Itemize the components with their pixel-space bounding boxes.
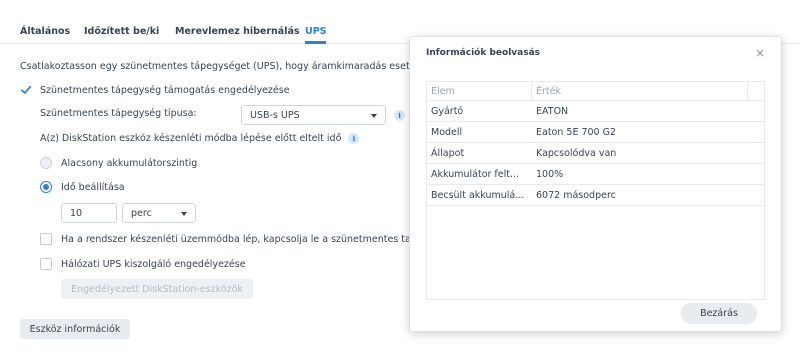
- row-item: Állapot: [431, 148, 465, 159]
- ups-type-select[interactable]: USB-s UPS: [241, 105, 386, 125]
- table-row[interactable]: Akkumulátor felt... 100%: [427, 164, 764, 185]
- shutdown-ups-label: Ha a rendszer készenléti üzemmódba lép, …: [61, 233, 411, 245]
- tab-general[interactable]: Általános: [20, 26, 70, 37]
- tab-hdd-hibernation[interactable]: Merevlemez hibernálás: [175, 26, 300, 37]
- column-header-item[interactable]: Elem: [431, 86, 455, 97]
- time-unit-value: perc: [131, 207, 152, 219]
- row-value: 100%: [536, 169, 564, 180]
- time-value: 10: [70, 207, 83, 219]
- info-grid: Elem Érték Gyártó EATON Modell Eaton 5E …: [426, 81, 765, 300]
- shutdown-ups-checkbox[interactable]: [40, 233, 52, 245]
- network-ups-label: Hálózati UPS kiszolgáló engedélyezése: [61, 258, 246, 270]
- standby-time-row: A(z) DiskStation eszköz készenléti módba…: [40, 133, 360, 144]
- ups-type-value: USB-s UPS: [250, 109, 300, 121]
- radio-low-battery-row[interactable]: Alacsony akkumulátorszintig: [40, 157, 197, 169]
- standby-time-label: A(z) DiskStation eszköz készenléti módba…: [40, 133, 342, 144]
- row-item: Gyártó: [431, 106, 464, 117]
- ups-support-label: Szünetmentes tápegység támogatás engedél…: [40, 84, 290, 96]
- device-info-button[interactable]: Eszköz információk: [20, 319, 130, 339]
- info-icon[interactable]: i: [394, 110, 405, 121]
- column-divider[interactable]: [531, 82, 532, 101]
- radio-time-setting[interactable]: [40, 181, 52, 193]
- radio-time-row[interactable]: Idő beállítása: [40, 181, 125, 193]
- row-item: Modell: [431, 127, 463, 138]
- network-ups-row[interactable]: Hálózati UPS kiszolgáló engedélyezése: [40, 258, 246, 270]
- radio-time-label: Idő beállítása: [61, 181, 125, 193]
- chevron-down-icon: [181, 212, 187, 216]
- active-tab-indicator: [305, 41, 326, 44]
- ups-type-label: Szünetmentes tápegység típusa:: [40, 108, 197, 119]
- row-value: Kapcsolódva van: [536, 148, 617, 159]
- radio-low-battery[interactable]: [40, 157, 52, 169]
- shutdown-ups-row[interactable]: Ha a rendszer készenléti üzemmódba lép, …: [40, 233, 411, 245]
- tab-ups[interactable]: UPS: [305, 26, 327, 37]
- intro-text: Csatlakoztasson egy szünetmentes tápegys…: [20, 61, 410, 72]
- table-row[interactable]: Modell Eaton 5E 700 G2: [427, 122, 764, 143]
- radio-low-battery-label: Alacsony akkumulátorszintig: [61, 157, 198, 169]
- time-value-input[interactable]: 10: [61, 203, 117, 223]
- device-info-dialog: Információk beolvasás × Elem Érték Gyárt…: [409, 36, 782, 332]
- row-item: Becsült akkumulá...: [431, 190, 525, 201]
- info-icon[interactable]: i: [348, 133, 360, 144]
- close-button[interactable]: Bezárás: [681, 303, 757, 324]
- ups-type-label-text: Szünetmentes tápegység típusa:: [40, 108, 197, 119]
- network-ups-checkbox[interactable]: [40, 258, 52, 270]
- ups-support-row[interactable]: Szünetmentes tápegység támogatás engedél…: [20, 84, 290, 96]
- checkmark-icon: [21, 85, 32, 94]
- grid-header: Elem Érték: [427, 82, 764, 101]
- row-value: EATON: [536, 106, 569, 117]
- ups-support-checkbox[interactable]: [20, 84, 32, 96]
- dialog-title: Információk beolvasás: [426, 48, 541, 58]
- column-divider[interactable]: [747, 82, 748, 101]
- column-header-value[interactable]: Érték: [536, 86, 561, 97]
- time-unit-select[interactable]: perc: [122, 203, 196, 223]
- allowed-devices-button[interactable]: Engedélyezett DiskStation-eszközök: [61, 279, 253, 299]
- table-row[interactable]: Becsült akkumulá... 6072 másodperc: [427, 185, 764, 206]
- row-value: Eaton 5E 700 G2: [536, 127, 617, 138]
- row-value: 6072 másodperc: [536, 190, 616, 201]
- close-icon[interactable]: ×: [755, 46, 765, 60]
- chevron-down-icon: [371, 114, 377, 118]
- table-row[interactable]: Állapot Kapcsolódva van: [427, 143, 764, 164]
- tab-scheduled-power[interactable]: Időzített be/ki: [84, 26, 159, 37]
- row-item: Akkumulátor felt...: [431, 169, 520, 180]
- table-row[interactable]: Gyártó EATON: [427, 101, 764, 122]
